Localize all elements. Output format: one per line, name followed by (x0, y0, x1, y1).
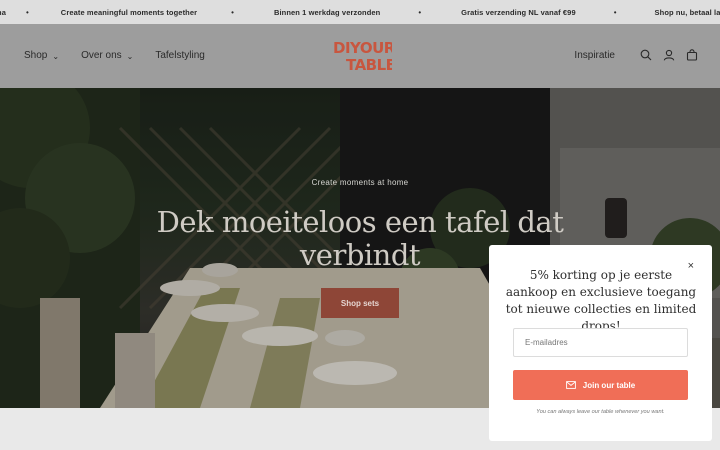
nav-item-over-ons[interactable]: Over ons ⌄ (81, 50, 133, 61)
announcement-track: rna • Create meaningful moments together… (0, 0, 720, 24)
popup-heading: 5% korting op je eerste aankoop en exclu… (505, 268, 697, 333)
cart-icon[interactable] (686, 49, 698, 61)
main-nav: Shop ⌄ Over ons ⌄ Tafelstyling (24, 24, 205, 86)
announcement-separator: • (418, 7, 422, 17)
logo-line1: DIYOUR (333, 39, 392, 57)
chevron-down-icon: ⌄ (126, 51, 134, 61)
nav-item-inspiratie[interactable]: Inspiratie (574, 50, 615, 61)
announcement-separator: • (613, 7, 617, 17)
nav-item-shop[interactable]: Shop ⌄ (24, 50, 59, 61)
account-icon[interactable] (663, 49, 675, 61)
chevron-down-icon: ⌄ (52, 51, 60, 61)
envelope-icon (565, 381, 576, 389)
announcement-separator: • (231, 7, 234, 17)
header-actions: Inspiratie (574, 24, 698, 86)
search-icon[interactable] (640, 49, 652, 61)
newsletter-popup: × 5% korting op je eerste aankoop en exc… (489, 245, 712, 441)
announcement-item: Gratis verzending NL vanaf €99 (461, 7, 576, 17)
site-header: Shop ⌄ Over ons ⌄ Tafelstyling DIYOUR TA… (0, 24, 720, 88)
announcement-bar: rna • Create meaningful moments together… (0, 0, 720, 24)
announcement-item: Create meaningful moments together (60, 7, 198, 17)
popup-note: You can always leave our table whenever … (536, 409, 665, 415)
announcement-item: rna (0, 7, 6, 17)
nav-item-tafelstyling[interactable]: Tafelstyling (155, 50, 204, 61)
email-field[interactable] (513, 328, 688, 357)
nav-item-label: Tafelstyling (155, 49, 205, 61)
announcement-item: Binnen 1 werkdag verzonden (273, 7, 381, 17)
hero-subtitle: Create moments at home (311, 178, 409, 187)
nav-item-label: Shop (24, 49, 48, 61)
join-button-label: Join our table (582, 380, 636, 390)
announcement-item: Shop nu, betaal later met Klarna (654, 7, 720, 17)
logo-line2: TABLE (346, 56, 392, 73)
join-our-table-button[interactable]: Join our table (513, 370, 688, 400)
site-logo[interactable]: DIYOUR TABLE (332, 39, 392, 73)
nav-item-label: Over ons (81, 49, 122, 61)
nav-item-label: Inspiratie (574, 49, 615, 61)
announcement-separator: • (25, 7, 29, 17)
shop-sets-button[interactable]: Shop sets (321, 288, 399, 318)
